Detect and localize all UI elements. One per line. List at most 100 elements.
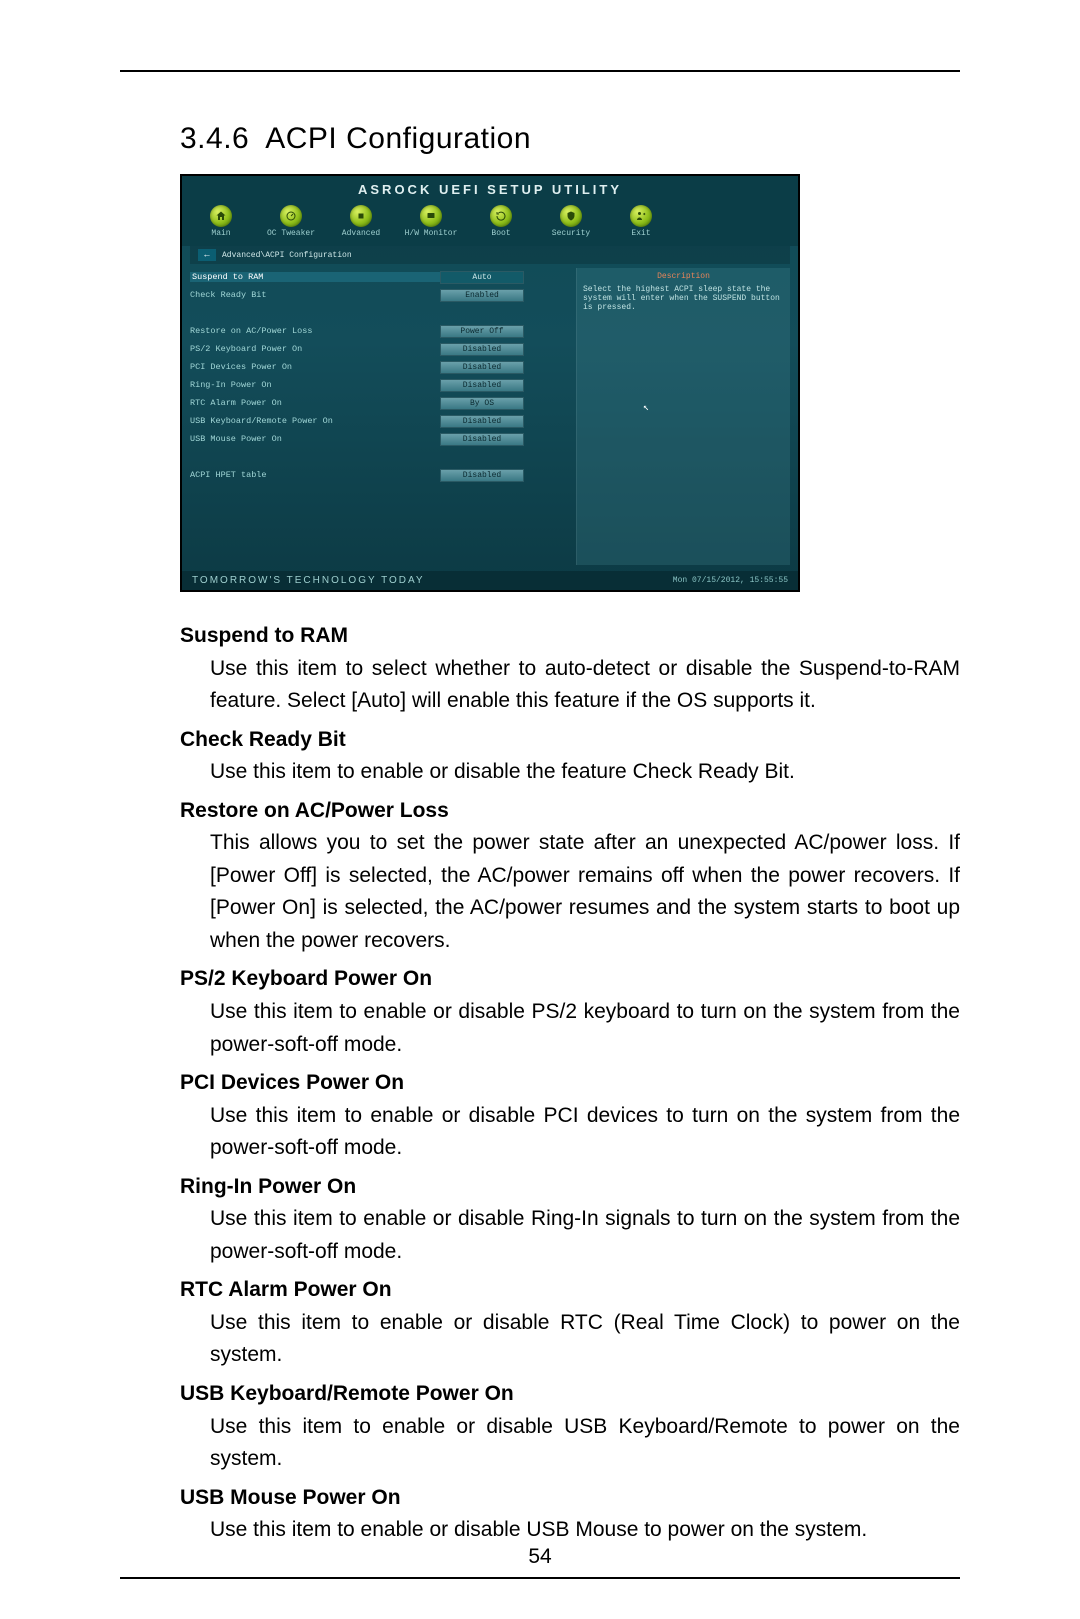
monitor-icon [420, 205, 442, 227]
doc-entry: USB Keyboard/Remote Power OnUse this ite… [120, 1378, 960, 1476]
doc-entry: RTC Alarm Power OnUse this item to enabl… [120, 1274, 960, 1372]
entry-body: Use this item to enable or disable PS/2 … [210, 996, 960, 1061]
bios-option-row [190, 304, 570, 322]
section-heading: 3.4.6 ACPI Configuration [180, 122, 960, 156]
bios-option-row[interactable]: Ring-In Power OnDisabled [190, 376, 570, 394]
entry-body: Use this item to enable or disable RTC (… [210, 1307, 960, 1372]
bios-option-value[interactable]: Disabled [440, 469, 524, 482]
entry-title: Check Ready Bit [180, 724, 960, 757]
home-icon [210, 205, 232, 227]
bios-option-row[interactable]: Check Ready BitEnabled [190, 286, 570, 304]
chip-icon [350, 205, 372, 227]
bios-tabbar: Main OC Tweaker Advanced H/W Monitor Boo… [182, 201, 798, 246]
shield-icon [560, 205, 582, 227]
bios-option-label: ACPI HPET table [190, 470, 440, 480]
entry-title: Ring-In Power On [180, 1171, 960, 1204]
bios-option-value[interactable]: Disabled [440, 361, 524, 374]
bios-option-row [190, 448, 570, 466]
tab-label: H/W Monitor [405, 229, 458, 238]
entry-title: USB Mouse Power On [180, 1482, 960, 1515]
entry-body: Use this item to enable or disable PCI d… [210, 1100, 960, 1165]
tab-exit[interactable]: Exit [610, 205, 672, 238]
bios-option-value[interactable]: Disabled [440, 343, 524, 356]
doc-entry: Restore on AC/Power LossThis allows you … [120, 795, 960, 958]
tab-boot[interactable]: Boot [470, 205, 532, 238]
bios-option-label: USB Keyboard/Remote Power On [190, 416, 440, 426]
mouse-cursor-icon: ↖ [643, 402, 649, 414]
doc-entry: Ring-In Power OnUse this item to enable … [120, 1171, 960, 1269]
bios-option-row[interactable]: Restore on AC/Power LossPower Off [190, 322, 570, 340]
tab-label: Exit [631, 229, 650, 238]
entry-body: Use this item to enable or disable the f… [210, 756, 960, 789]
bios-window-title: ASROCK UEFI SETUP UTILITY [182, 176, 798, 201]
tab-label: Boot [491, 229, 510, 238]
bios-option-label: Suspend to RAM [190, 272, 440, 282]
bios-option-label: Check Ready Bit [190, 290, 440, 300]
bios-help-panel: Description Select the highest ACPI slee… [576, 268, 790, 565]
bios-option-label: Restore on AC/Power Loss [190, 326, 440, 336]
doc-entry: USB Mouse Power OnUse this item to enabl… [120, 1482, 960, 1547]
doc-entry: Suspend to RAMUse this item to select wh… [120, 620, 960, 718]
bios-option-row[interactable]: USB Mouse Power OnDisabled [190, 430, 570, 448]
section-title-text: ACPI Configuration [265, 122, 531, 155]
page-number: 54 [120, 1545, 960, 1569]
document-body: Suspend to RAMUse this item to select wh… [120, 620, 960, 1547]
help-header: Description [583, 272, 784, 281]
bios-option-value[interactable]: Disabled [440, 433, 524, 446]
entry-body: Use this item to enable or disable USB K… [210, 1411, 960, 1476]
help-text: Select the highest ACPI sleep state the … [583, 285, 784, 312]
tab-label: OC Tweaker [267, 229, 315, 238]
bios-footer: TOMORROW'S TECHNOLOGY TODAY Mon 07/15/20… [182, 571, 798, 590]
top-rule [120, 70, 960, 72]
entry-title: PCI Devices Power On [180, 1067, 960, 1100]
tab-label: Advanced [342, 229, 380, 238]
breadcrumb-text: Advanced\ACPI Configuration [222, 251, 352, 260]
bios-option-label: RTC Alarm Power On [190, 398, 440, 408]
bios-option-label: PCI Devices Power On [190, 362, 440, 372]
tab-label: Main [211, 229, 230, 238]
bottom-rule [120, 1577, 960, 1579]
bios-option-label: PS/2 Keyboard Power On [190, 344, 440, 354]
bios-option-row[interactable]: PS/2 Keyboard Power OnDisabled [190, 340, 570, 358]
tab-label: Security [552, 229, 590, 238]
bios-option-value[interactable]: Enabled [440, 289, 524, 302]
entry-body: Use this item to select whether to auto-… [210, 653, 960, 718]
footer-datetime: Mon 07/15/2012, 15:55:55 [673, 576, 788, 585]
exit-icon [630, 205, 652, 227]
bios-option-value[interactable]: Power Off [440, 325, 524, 338]
entry-title: RTC Alarm Power On [180, 1274, 960, 1307]
bios-option-value[interactable]: Disabled [440, 379, 524, 392]
tab-advanced[interactable]: Advanced [330, 205, 392, 238]
bios-breadcrumb: ← Advanced\ACPI Configuration [190, 246, 790, 264]
bios-option-label: Ring-In Power On [190, 380, 440, 390]
tab-main[interactable]: Main [190, 205, 252, 238]
entry-title: Suspend to RAM [180, 620, 960, 653]
entry-title: PS/2 Keyboard Power On [180, 963, 960, 996]
tab-hw-monitor[interactable]: H/W Monitor [400, 205, 462, 238]
entry-body: Use this item to enable or disable USB M… [210, 1514, 960, 1547]
bios-option-label: USB Mouse Power On [190, 434, 440, 444]
bios-option-value[interactable]: Disabled [440, 415, 524, 428]
doc-entry: Check Ready BitUse this item to enable o… [120, 724, 960, 789]
entry-body: This allows you to set the power state a… [210, 827, 960, 957]
bios-option-row[interactable]: Suspend to RAMAuto [190, 268, 570, 286]
footer-slogan: TOMORROW'S TECHNOLOGY TODAY [192, 575, 425, 586]
doc-entry: PS/2 Keyboard Power OnUse this item to e… [120, 963, 960, 1061]
bios-option-value[interactable]: Auto [440, 271, 524, 284]
bios-option-row[interactable]: RTC Alarm Power OnBy OS [190, 394, 570, 412]
tab-security[interactable]: Security [540, 205, 602, 238]
section-number: 3.4.6 [180, 122, 249, 155]
bios-screenshot: ASROCK UEFI SETUP UTILITY Main OC Tweake… [180, 174, 800, 592]
refresh-icon [490, 205, 512, 227]
entry-title: USB Keyboard/Remote Power On [180, 1378, 960, 1411]
entry-title: Restore on AC/Power Loss [180, 795, 960, 828]
doc-entry: PCI Devices Power OnUse this item to ena… [120, 1067, 960, 1165]
bios-option-row[interactable]: USB Keyboard/Remote Power OnDisabled [190, 412, 570, 430]
bios-option-value[interactable]: By OS [440, 397, 524, 410]
tab-oc-tweaker[interactable]: OC Tweaker [260, 205, 322, 238]
back-icon[interactable]: ← [198, 249, 216, 261]
bios-option-row[interactable]: ACPI HPET tableDisabled [190, 466, 570, 484]
gauge-icon [280, 205, 302, 227]
bios-options-list: Suspend to RAMAutoCheck Ready BitEnabled… [190, 268, 570, 565]
bios-option-row[interactable]: PCI Devices Power OnDisabled [190, 358, 570, 376]
